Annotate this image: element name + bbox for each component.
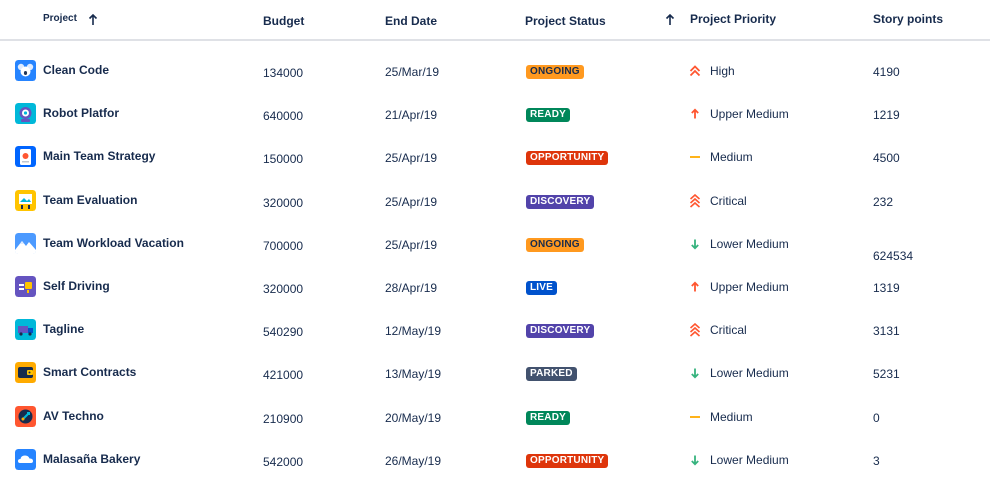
arrow-up-icon — [688, 280, 702, 294]
status-badge: DISCOVERY — [526, 195, 595, 209]
table-row[interactable]: Team Workload Vacation 700000 25/Apr/19 ONG… — [0, 222, 990, 265]
table-row[interactable]: Smart Contracts 421000 13/May/19 PARKED Lowe… — [0, 351, 990, 394]
project-name-link[interactable]: Malasaña Bakery — [43, 452, 140, 466]
story-points-value: 3 — [873, 454, 880, 468]
budget-value: 640000 — [263, 109, 304, 123]
end-date-value: 28/Apr/19 — [385, 281, 438, 295]
column-header-priority[interactable]: Project Priority — [690, 12, 776, 26]
story-points-value: 3131 — [873, 324, 900, 338]
triple-chevron-up-icon — [688, 323, 702, 337]
table-header: Project Budget End Date Project Status P… — [0, 0, 990, 41]
project-name-link[interactable]: Team Workload Vacation — [43, 236, 184, 250]
truck-icon — [15, 319, 36, 340]
arrow-down-icon — [688, 453, 702, 467]
budget-value: 542000 — [263, 455, 304, 469]
wallet-icon — [15, 362, 36, 383]
sort-ascending-icon[interactable] — [88, 13, 98, 25]
status-badge: DISCOVERY — [526, 324, 595, 338]
chip-icon — [15, 276, 36, 297]
priority-label: Upper Medium — [710, 107, 789, 121]
status-badge: ONGOING — [526, 65, 584, 79]
budget-value: 210900 — [263, 412, 304, 426]
priority-label: Critical — [710, 323, 747, 337]
priority-label: High — [710, 64, 735, 78]
arrow-up-icon — [688, 107, 702, 121]
project-name-link[interactable]: Tagline — [43, 322, 84, 336]
table-row[interactable]: Robot Platfor 640000 21/Apr/19 READY Upper M… — [0, 92, 990, 135]
story-points-value: 4190 — [873, 65, 900, 79]
end-date-value: 25/Mar/19 — [385, 65, 440, 79]
table-row[interactable]: AV Techno 210900 20/May/19 READY Medium 0 — [0, 395, 990, 438]
end-date-value: 25/Apr/19 — [385, 195, 438, 209]
story-points-value: 232 — [873, 195, 894, 209]
table-row[interactable]: Clean Code 134000 25/Mar/19 ONGOING High 4190 — [0, 49, 990, 92]
status-badge: READY — [526, 411, 571, 425]
end-date-value: 26/May/19 — [385, 454, 442, 468]
status-badge: OPPORTUNITY — [526, 151, 609, 165]
column-header-project[interactable]: Project — [43, 13, 77, 24]
koala-icon — [15, 60, 36, 81]
project-name-link[interactable]: Main Team Strategy — [43, 149, 155, 163]
project-name-link[interactable]: Self Driving — [43, 279, 110, 293]
column-header-status[interactable]: Project Status — [525, 14, 606, 28]
status-badge: LIVE — [526, 281, 558, 295]
project-name-link[interactable]: Clean Code — [43, 63, 109, 77]
priority-label: Medium — [710, 410, 753, 424]
easel-icon — [15, 190, 36, 211]
triple-chevron-up-icon — [688, 194, 702, 208]
project-name-link[interactable]: Robot Platfor — [43, 106, 119, 120]
budget-value: 150000 — [263, 152, 304, 166]
budget-value: 540290 — [263, 325, 304, 339]
table-row[interactable]: Tagline 540290 12/May/19 DISCOVERY Critical 3… — [0, 308, 990, 351]
project-name-link[interactable]: Smart Contracts — [43, 365, 136, 379]
end-date-value: 13/May/19 — [385, 367, 442, 381]
status-badge: OPPORTUNITY — [526, 454, 609, 468]
table-row[interactable]: Self Driving 320000 28/Apr/19 LIVE Upper Med… — [0, 265, 990, 308]
rocket-icon — [15, 406, 36, 427]
project-name-link[interactable]: Team Evaluation — [43, 193, 137, 207]
story-points-value: 5231 — [873, 367, 900, 381]
status-badge: PARKED — [526, 367, 577, 381]
budget-value: 700000 — [263, 239, 304, 253]
end-date-value: 25/Apr/19 — [385, 238, 438, 252]
phone-icon — [15, 146, 36, 167]
priority-label: Upper Medium — [710, 280, 789, 294]
budget-value: 320000 — [263, 282, 304, 296]
robot-icon — [15, 103, 36, 124]
status-badge: READY — [526, 108, 571, 122]
priority-label: Lower Medium — [710, 453, 789, 467]
budget-value: 134000 — [263, 66, 304, 80]
dash-icon — [688, 410, 702, 424]
arrow-down-icon — [688, 366, 702, 380]
story-points-value: 1219 — [873, 108, 900, 122]
priority-label: Medium — [710, 150, 753, 164]
cloud-icon — [15, 449, 36, 470]
double-chevron-up-icon — [688, 64, 702, 78]
arrow-down-icon — [688, 237, 702, 251]
budget-value: 421000 — [263, 368, 304, 382]
status-badge: ONGOING — [526, 238, 584, 252]
dash-icon — [688, 150, 702, 164]
table-row[interactable]: Main Team Strategy 150000 25/Apr/19 OPPORTU… — [0, 135, 990, 178]
end-date-value: 21/Apr/19 — [385, 108, 438, 122]
end-date-value: 20/May/19 — [385, 411, 442, 425]
project-name-link[interactable]: AV Techno — [43, 409, 104, 423]
column-header-story-points[interactable]: Story points — [873, 12, 943, 26]
sort-ascending-icon[interactable] — [665, 13, 675, 25]
table-row[interactable]: Malasaña Bakery 542000 26/May/19 OPPORTUNIT… — [0, 438, 990, 481]
priority-label: Lower Medium — [710, 237, 789, 251]
column-header-budget[interactable]: Budget — [263, 14, 304, 28]
end-date-value: 12/May/19 — [385, 324, 442, 338]
budget-value: 320000 — [263, 196, 304, 210]
story-points-value: 4500 — [873, 151, 900, 165]
story-points-value: 1319 — [873, 281, 900, 295]
priority-label: Lower Medium — [710, 366, 789, 380]
end-date-value: 25/Apr/19 — [385, 151, 438, 165]
priority-label: Critical — [710, 194, 747, 208]
mountains-icon — [15, 233, 36, 254]
story-points-value: 624534 — [873, 249, 914, 263]
column-header-end-date[interactable]: End Date — [385, 14, 437, 28]
story-points-value: 0 — [873, 411, 880, 425]
table-row[interactable]: Team Evaluation 320000 25/Apr/19 DISCOVERY C… — [0, 179, 990, 222]
